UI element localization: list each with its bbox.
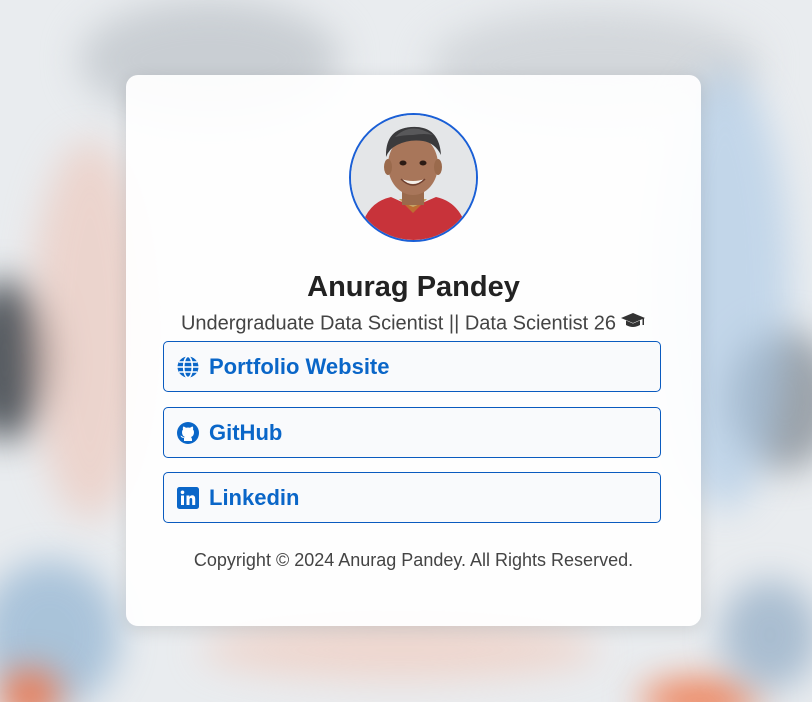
linkedin-link[interactable]: Linkedin bbox=[163, 472, 661, 523]
github-label: GitHub bbox=[209, 419, 283, 445]
github-icon bbox=[176, 421, 200, 445]
copyright-text: Copyright © 2024 Anurag Pandey. All Righ… bbox=[193, 550, 634, 570]
github-link[interactable]: GitHub bbox=[163, 407, 661, 458]
linkedin-icon bbox=[176, 486, 200, 510]
globe-icon bbox=[176, 355, 200, 379]
profile-avatar bbox=[349, 113, 478, 242]
profile-card: Anurag Pandey Undergraduate Data Scienti… bbox=[126, 75, 701, 626]
linkedin-label: Linkedin bbox=[209, 484, 300, 510]
portfolio-website-link[interactable]: Portfolio Website bbox=[163, 341, 661, 392]
subtitle-text: Undergraduate Data Scientist || Data Sci… bbox=[180, 312, 617, 335]
portfolio-website-label: Portfolio Website bbox=[209, 353, 390, 379]
graduation-cap-icon bbox=[620, 312, 646, 336]
avatar-photo bbox=[351, 115, 476, 240]
profile-subtitle: Undergraduate Data Scientist || Data Sci… bbox=[126, 312, 701, 336]
profile-name: Anurag Pandey bbox=[307, 271, 520, 303]
